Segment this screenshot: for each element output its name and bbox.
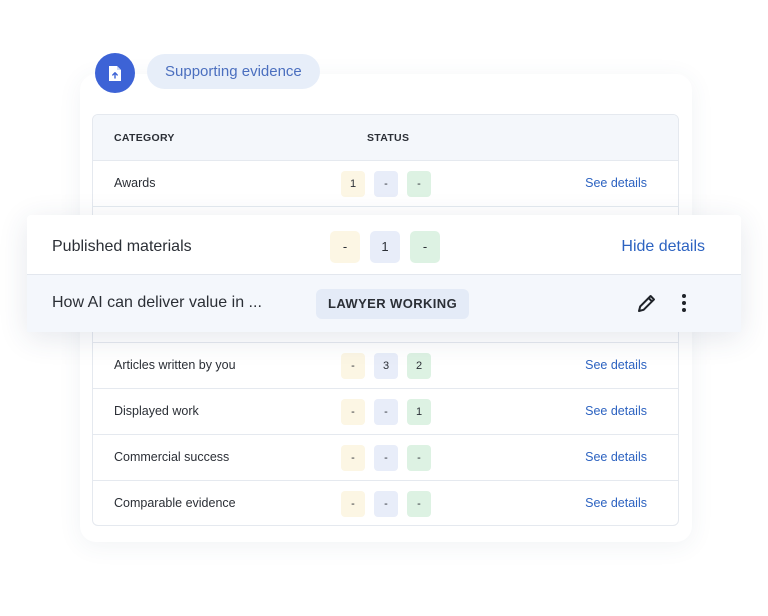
status-chip-in-progress: 1 [370,231,400,263]
table-row: Displayed work - - 1 See details [93,389,678,435]
table-header: CATEGORY STATUS [93,115,678,161]
status-chip-in-progress: - [374,171,398,197]
expanded-category-row: Published materials - 1 - Hide details [27,215,741,275]
status-chip-in-progress: 3 [374,353,398,379]
status-chip-pending: - [341,445,365,471]
see-details-link[interactable]: See details [585,404,647,418]
table-row: Comparable evidence - - - See details [93,481,678,525]
row-category: Commercial success [114,450,230,464]
see-details-link[interactable]: See details [585,450,647,464]
upload-document-icon[interactable] [95,53,135,93]
row-category: Awards [114,176,156,190]
status-chip-in-progress: - [374,399,398,425]
row-category: Displayed work [114,404,199,418]
status-chip-complete: 1 [407,399,431,425]
row-category: Comparable evidence [114,496,236,510]
evidence-panel: Supporting evidence CATEGORY STATUS Awar… [0,0,768,616]
status-chip-complete: 2 [407,353,431,379]
see-details-link[interactable]: See details [585,496,647,510]
status-chip-complete: - [407,491,431,517]
pencil-icon[interactable] [636,292,658,314]
table-row: Articles written by you - 3 2 See detail… [93,343,678,389]
column-header-status: STATUS [367,132,410,144]
row-category: Articles written by you [114,358,236,372]
status-chip-in-progress: - [374,491,398,517]
column-header-category: CATEGORY [114,132,175,144]
supporting-evidence-pill[interactable]: Supporting evidence [147,54,320,89]
see-details-link[interactable]: See details [585,358,647,372]
evidence-item-row[interactable]: How AI can deliver value in ... LAWYER W… [27,275,741,332]
table-row: Commercial success - - - See details [93,435,678,481]
status-chip-pending: - [330,231,360,263]
more-vertical-icon[interactable] [674,292,694,314]
status-chip-pending: - [341,491,365,517]
status-chip-in-progress: - [374,445,398,471]
status-chip-pending: 1 [341,171,365,197]
table-row: Awards 1 - - See details [93,161,678,207]
hide-details-link[interactable]: Hide details [621,238,705,256]
status-badge: LAWYER WORKING [316,289,470,319]
see-details-link[interactable]: See details [585,176,647,190]
status-chip-complete: - [407,445,431,471]
evidence-item-title[interactable]: How AI can deliver value in ... [52,294,262,312]
status-chip-pending: - [341,399,365,425]
expanded-category-title: Published materials [52,238,192,255]
expanded-category-card: Published materials - 1 - Hide details H… [27,215,741,332]
status-chip-complete: - [407,171,431,197]
status-chip-complete: - [410,231,440,263]
status-chip-pending: - [341,353,365,379]
